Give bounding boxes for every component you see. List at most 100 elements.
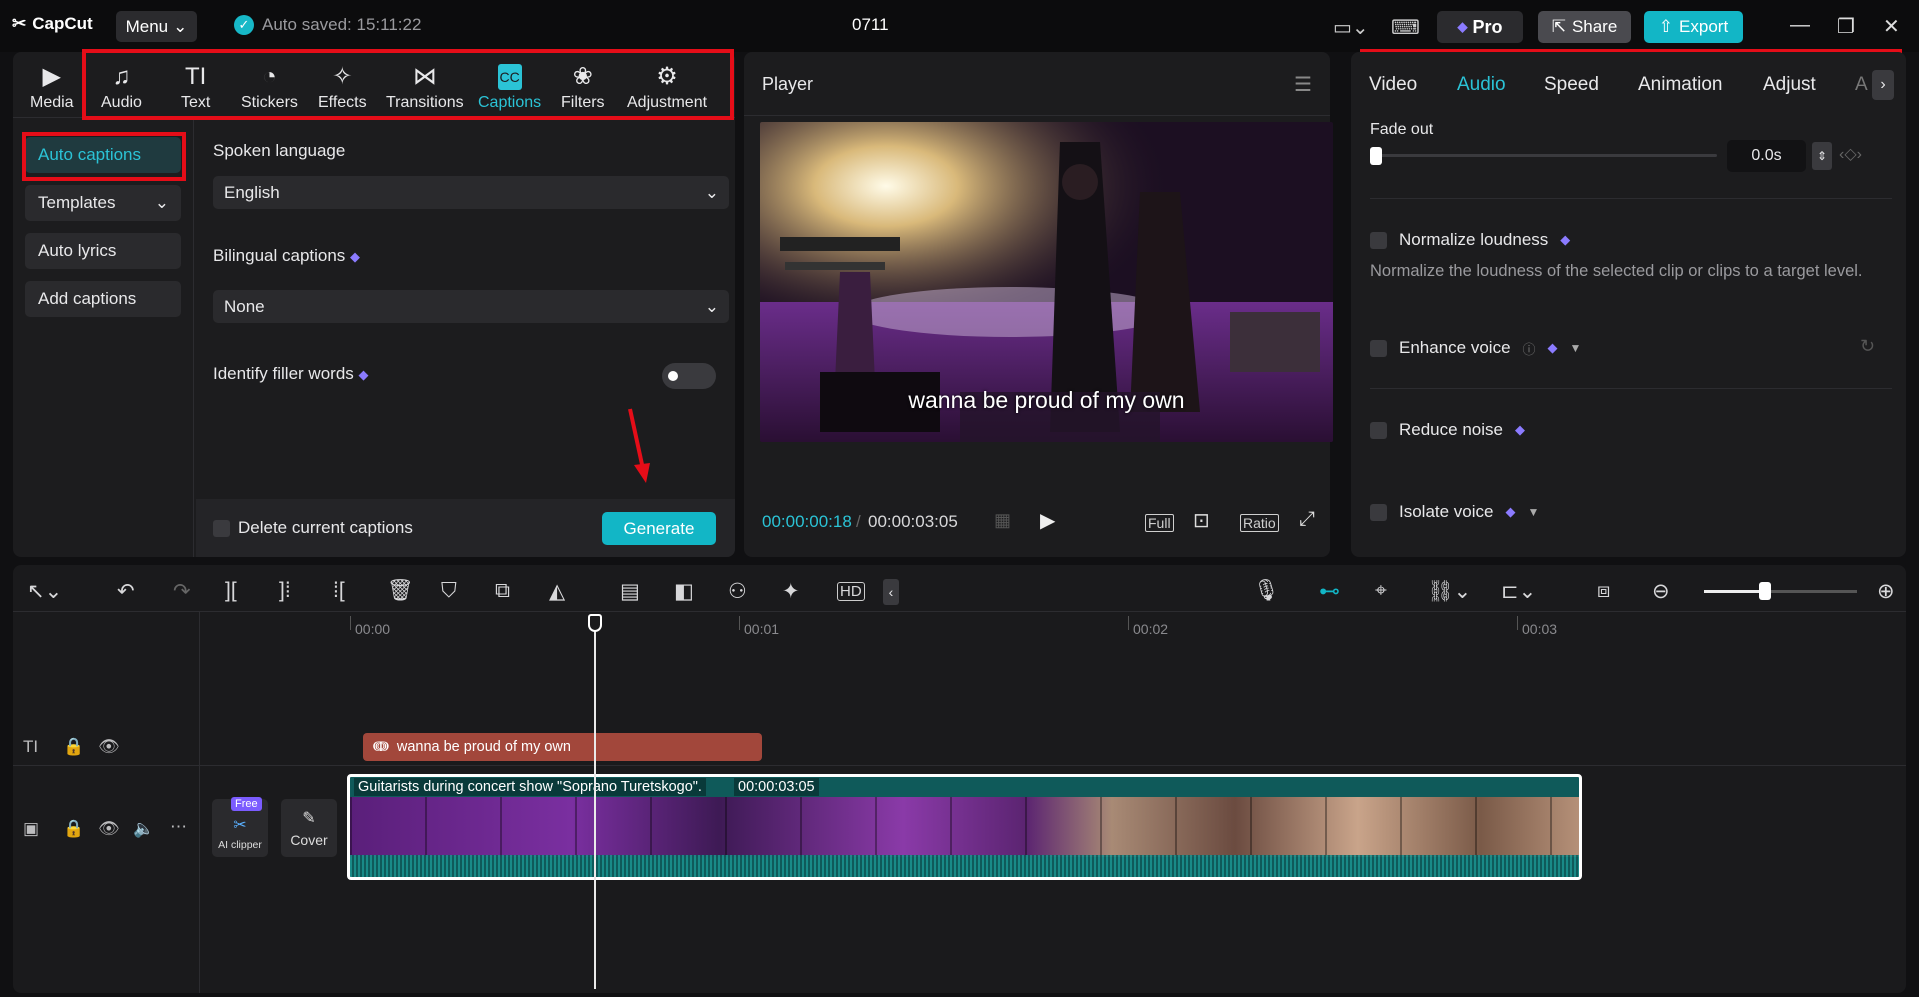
chevron-left-icon[interactable]: ‹ xyxy=(883,579,899,605)
tab-audio[interactable]: Audio xyxy=(1457,74,1506,96)
caption-overlay[interactable]: wanna be proud of my own xyxy=(760,387,1333,414)
pro-button[interactable]: ◆ Pro xyxy=(1437,11,1523,43)
select-tool-icon[interactable]: ↖⌄ xyxy=(27,579,62,604)
shortcuts-icon[interactable]: ⌨ xyxy=(1391,15,1420,40)
fade-out-slider[interactable] xyxy=(1371,154,1717,157)
lock-icon[interactable]: 🔒 xyxy=(63,819,84,839)
magic-icon[interactable]: ✦ xyxy=(782,579,800,604)
reset-icon[interactable]: ↻ xyxy=(1860,336,1875,357)
toolbar-adjustment[interactable]: ⚙ Adjustment xyxy=(627,64,707,112)
normalize-checkbox[interactable] xyxy=(1370,231,1387,249)
tab-animation[interactable]: Animation xyxy=(1638,74,1723,96)
menu-button[interactable]: Menu ⌄ xyxy=(116,11,197,42)
play-icon[interactable]: ▶ xyxy=(1040,508,1055,533)
help-icon[interactable]: ⓘ xyxy=(1523,339,1536,358)
enhance-voice-option[interactable]: Enhance voice ⓘ ◆ ▼ xyxy=(1370,338,1581,358)
side-add-captions[interactable]: Add captions xyxy=(25,281,181,317)
reduce-noise-option[interactable]: Reduce noise ◆ xyxy=(1370,420,1525,440)
zoom-in-icon[interactable]: ⊕ xyxy=(1877,579,1895,604)
link-icon[interactable]: ⛓⌄ xyxy=(1427,579,1471,604)
toolbar-audio[interactable]: ♫ Audio xyxy=(101,64,142,112)
fit-icon[interactable]: ⧈ xyxy=(1597,579,1610,603)
toolbar-media[interactable]: ▶ Media xyxy=(30,64,74,112)
side-auto-lyrics[interactable]: Auto lyrics xyxy=(25,233,181,269)
focus-icon[interactable]: ⊡ xyxy=(1193,508,1210,533)
bilingual-select[interactable]: None ⌄ xyxy=(213,290,729,323)
stepper-icon[interactable]: ⇕ xyxy=(1812,142,1832,170)
delete-captions-option[interactable]: Delete current captions xyxy=(213,518,413,538)
tab-adjust[interactable]: Adjust xyxy=(1763,74,1816,96)
toolbar-captions[interactable]: CC Captions xyxy=(478,64,541,112)
text-clip[interactable]: ↈ wanna be proud of my own xyxy=(363,733,762,761)
tab-video[interactable]: Video xyxy=(1369,74,1417,96)
playhead-handle[interactable] xyxy=(588,614,602,632)
eye-icon[interactable]: 👁 xyxy=(98,819,120,839)
volume-icon[interactable]: 🔈 xyxy=(133,819,154,839)
toolbar-transitions[interactable]: ⋈ Transitions xyxy=(386,64,464,112)
toolbar-filters[interactable]: ❀ Filters xyxy=(561,64,605,112)
mirror-icon[interactable]: ◭ xyxy=(549,579,565,604)
enhance-checkbox[interactable] xyxy=(1370,339,1387,357)
tab-more[interactable]: A xyxy=(1855,74,1868,96)
fade-out-slider-handle[interactable] xyxy=(1370,147,1382,165)
side-templates[interactable]: Templates ⌄ xyxy=(25,185,181,221)
isolate-voice-option[interactable]: Isolate voice ◆ ▼ xyxy=(1370,502,1539,522)
crop-icon[interactable]: ⧉ xyxy=(495,579,510,603)
microphone-icon[interactable]: 🎙 xyxy=(1253,579,1280,603)
share-button[interactable]: ⇱ Share xyxy=(1538,11,1631,43)
chevron-down-icon[interactable]: ▼ xyxy=(1570,341,1582,355)
redo-icon[interactable]: ↷ xyxy=(173,579,191,604)
split-icon[interactable]: ][ xyxy=(225,579,237,603)
split-right-icon[interactable]: ⁞[ xyxy=(333,579,345,603)
fullscreen-icon[interactable]: ⤢ xyxy=(1299,508,1315,531)
split-left-icon[interactable]: ]⁞ xyxy=(279,579,291,603)
normalize-description: Normalize the loudness of the selected c… xyxy=(1370,262,1863,280)
hd-icon[interactable]: HD xyxy=(837,582,865,601)
layout-icon[interactable]: ▭⌄ xyxy=(1333,15,1369,40)
playhead[interactable] xyxy=(594,617,596,989)
reduce-noise-checkbox[interactable] xyxy=(1370,421,1387,439)
full-button[interactable]: Full xyxy=(1145,514,1174,532)
chevron-right-icon[interactable]: › xyxy=(1872,70,1894,100)
side-auto-captions[interactable]: Auto captions xyxy=(25,137,181,173)
project-title[interactable]: 0711 xyxy=(852,15,889,35)
zoom-slider-handle[interactable] xyxy=(1759,582,1771,600)
snap-icon[interactable]: ⌖ xyxy=(1375,579,1387,603)
eye-icon[interactable]: 👁 xyxy=(98,737,120,757)
magnet-icon[interactable]: ⊷ xyxy=(1319,579,1340,604)
more-icon[interactable]: ⋯ xyxy=(170,817,187,837)
cover-button[interactable]: ✎ Cover xyxy=(281,799,337,857)
filler-words-toggle[interactable] xyxy=(662,363,716,389)
tab-speed[interactable]: Speed xyxy=(1544,74,1599,96)
toolbar-stickers[interactable]: ◔ Stickers xyxy=(241,64,298,112)
normalize-loudness-option[interactable]: Normalize loudness ◆ xyxy=(1370,230,1570,250)
ai-clipper-button[interactable]: Free ✂ AI clipper xyxy=(212,797,268,857)
generate-button[interactable]: Generate xyxy=(602,512,716,545)
captions-tool-icon[interactable]: ▤ xyxy=(620,579,640,604)
chevron-down-icon[interactable]: ▼ xyxy=(1528,505,1540,519)
undo-icon[interactable]: ↶ xyxy=(117,579,135,604)
delete-icon[interactable]: 🗑 xyxy=(387,579,414,603)
zoom-out-icon[interactable]: ⊖ xyxy=(1652,579,1670,604)
preview-axis-icon[interactable]: ⊏⌄ xyxy=(1501,579,1536,604)
restore-icon[interactable]: ❐ xyxy=(1837,14,1855,39)
toolbar-effects[interactable]: ✧ Effects xyxy=(318,64,367,112)
toolbar-text[interactable]: TI Text xyxy=(181,64,210,112)
video-preview[interactable]: wanna be proud of my own xyxy=(760,122,1333,442)
remove-bg-icon[interactable]: ⚇ xyxy=(728,579,747,604)
lock-icon[interactable]: 🔒 xyxy=(63,737,84,757)
close-icon[interactable]: ✕ xyxy=(1883,14,1900,39)
minimize-icon[interactable]: — xyxy=(1790,14,1810,37)
video-clip[interactable]: Guitarists during concert show "Soprano … xyxy=(347,774,1582,880)
freeze-icon[interactable]: ◧ xyxy=(674,579,694,604)
ratio-button[interactable]: Ratio xyxy=(1240,514,1279,532)
spoken-language-select[interactable]: English ⌄ xyxy=(213,176,729,209)
delete-captions-checkbox[interactable] xyxy=(213,519,230,537)
grid-icon[interactable]: ▦ xyxy=(994,510,1011,531)
marker-icon[interactable]: ⛉ xyxy=(441,579,457,603)
hamburger-icon[interactable]: ☰ xyxy=(1294,72,1312,97)
export-button[interactable]: ⇧ Export xyxy=(1644,11,1743,43)
isolate-checkbox[interactable] xyxy=(1370,503,1387,521)
fade-out-input[interactable]: 0.0s xyxy=(1727,140,1806,172)
keyframe-icon[interactable]: ‹◇› xyxy=(1839,144,1862,164)
